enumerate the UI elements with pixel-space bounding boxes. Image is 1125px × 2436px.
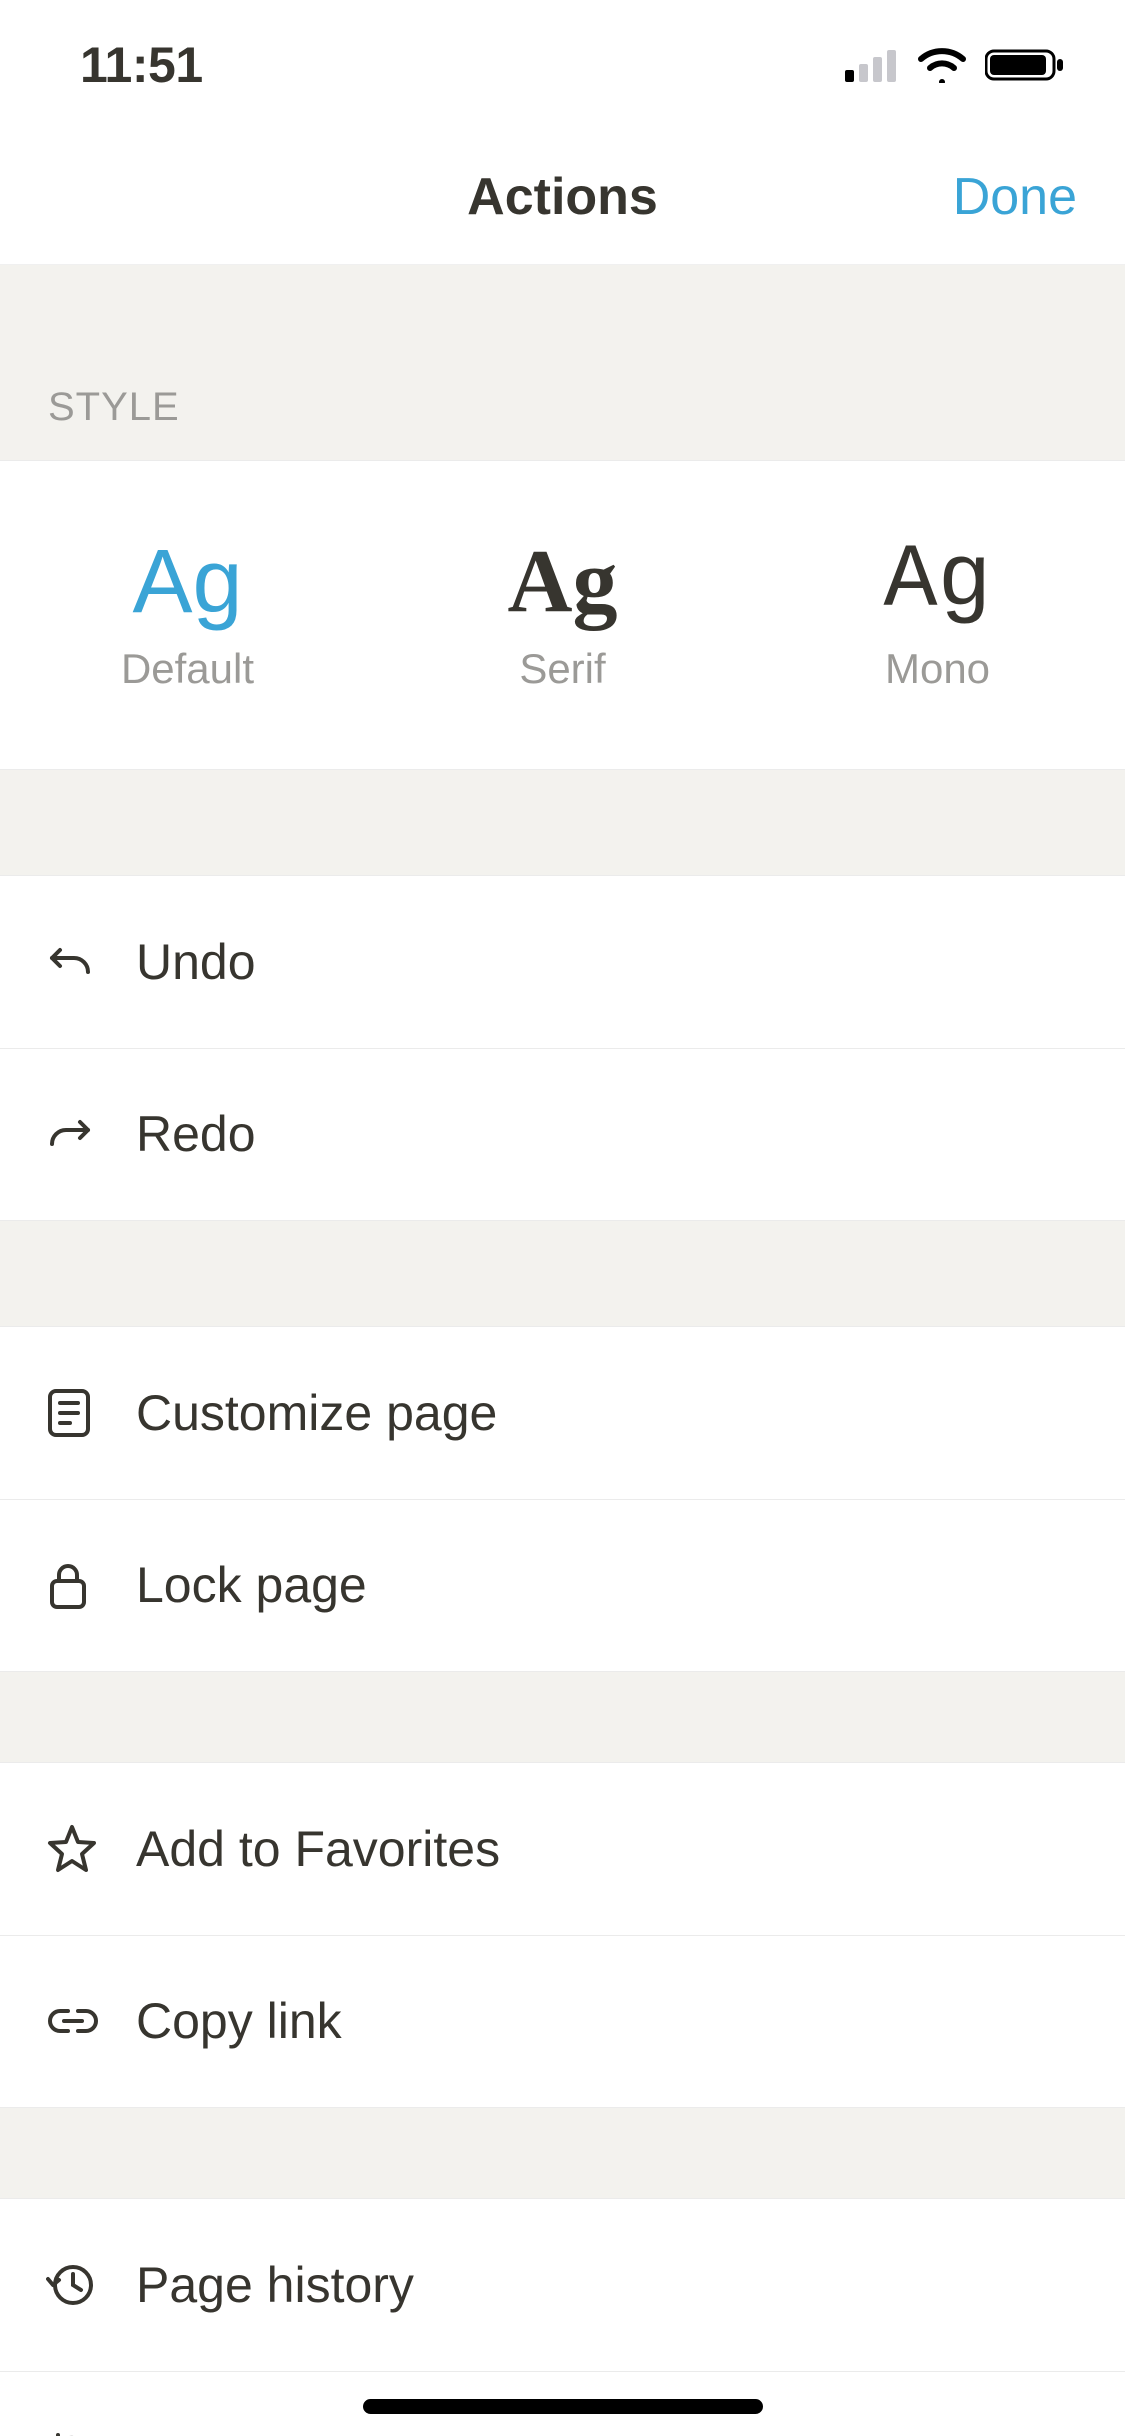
page-icon <box>46 1387 136 1439</box>
section-header-label: STYLE <box>48 385 180 430</box>
done-button[interactable]: Done <box>953 167 1077 227</box>
add-favorites-label: Add to Favorites <box>136 1820 500 1878</box>
history-icon <box>46 2260 136 2310</box>
spacer <box>0 770 1125 875</box>
redo-icon <box>46 1110 136 1158</box>
wifi-icon <box>917 47 967 83</box>
style-option-default[interactable]: Ag Default <box>0 461 375 769</box>
redo-item[interactable]: Redo <box>0 1048 1125 1220</box>
lock-page-label: Lock page <box>136 1556 367 1614</box>
section-header-style: STYLE <box>0 265 1125 460</box>
link-icon <box>46 2001 136 2041</box>
style-label-serif: Serif <box>519 645 605 693</box>
lock-page-item[interactable]: Lock page <box>0 1499 1125 1671</box>
cellular-icon <box>845 48 899 82</box>
spacer <box>0 1672 1125 1762</box>
copy-link-label: Copy link <box>136 1992 342 2050</box>
spacer <box>0 2108 1125 2198</box>
status-bar: 11:51 <box>0 0 1125 130</box>
style-sample-mono: Ag <box>883 537 991 627</box>
style-option-mono[interactable]: Ag Mono <box>750 461 1125 769</box>
status-icons <box>845 47 1065 83</box>
group-favorites-link: Add to Favorites Copy link <box>0 1762 1125 2108</box>
nav-bar: Actions Done <box>0 130 1125 265</box>
status-time: 11:51 <box>80 36 203 94</box>
undo-item[interactable]: Undo <box>0 876 1125 1048</box>
star-icon <box>46 1823 136 1875</box>
group-customize-lock: Customize page Lock page <box>0 1326 1125 1672</box>
spacer <box>0 1221 1125 1326</box>
redo-label: Redo <box>136 1105 256 1163</box>
copy-link-item[interactable]: Copy link <box>0 1935 1125 2107</box>
style-label-default: Default <box>121 645 254 693</box>
restore-icon <box>46 2432 136 2436</box>
battery-icon <box>985 47 1065 83</box>
style-option-serif[interactable]: Ag Serif <box>375 461 750 769</box>
page-history-label: Page history <box>136 2256 414 2314</box>
style-label-mono: Mono <box>885 645 990 693</box>
style-row: Ag Default Ag Serif Ag Mono <box>0 460 1125 770</box>
style-sample-serif: Ag <box>508 537 618 627</box>
group-undo-redo: Undo Redo <box>0 875 1125 1221</box>
add-favorites-item[interactable]: Add to Favorites <box>0 1763 1125 1935</box>
nav-title: Actions <box>467 167 658 227</box>
undo-label: Undo <box>136 933 256 991</box>
lock-icon <box>46 1559 136 1611</box>
customize-page-label: Customize page <box>136 1384 497 1442</box>
style-sample-default: Ag <box>132 537 242 627</box>
page-history-item[interactable]: Page history <box>0 2199 1125 2371</box>
show-deleted-label: Show deleted pages <box>136 2428 589 2436</box>
home-indicator[interactable] <box>363 2399 763 2414</box>
customize-page-item[interactable]: Customize page <box>0 1327 1125 1499</box>
undo-icon <box>46 938 136 986</box>
